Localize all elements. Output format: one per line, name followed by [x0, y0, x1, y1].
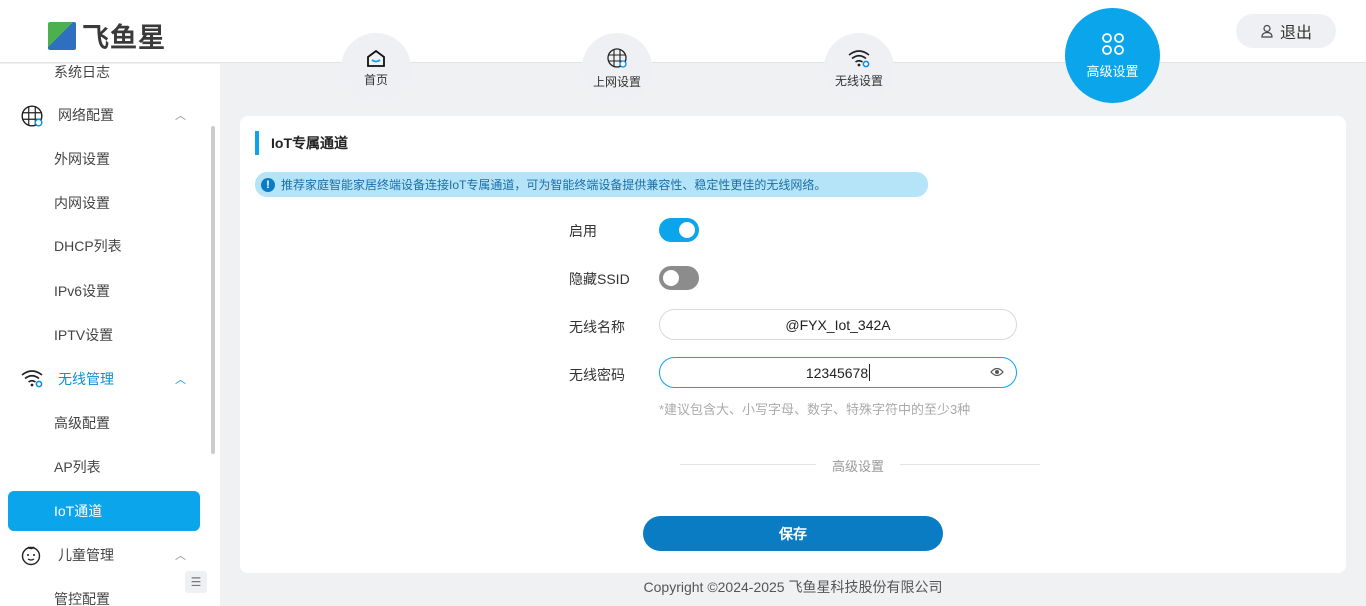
sidebar-item-dhcp[interactable]: DHCP列表	[8, 226, 200, 266]
sidebar-item-control-config[interactable]: 管控配置	[8, 579, 200, 606]
sidebar-item-label: 外网设置	[54, 151, 110, 167]
nav-advanced-label: 高级设置	[1086, 64, 1139, 79]
sidebar-item-iot-channel[interactable]: IoT通道	[8, 491, 200, 531]
nav-advanced-settings[interactable]: 高级设置	[1065, 8, 1160, 103]
sidebar-item-ap-list[interactable]: AP列表	[8, 447, 200, 487]
info-banner: ! 推荐家庭智能家居终端设备连接IoT专属通道，可为智能终端设备提供兼容性、稳定…	[255, 172, 928, 197]
advanced-settings-toggle[interactable]: 高级设置	[816, 456, 901, 475]
nav-internet-label: 上网设置	[592, 74, 641, 89]
sidebar-item-label: 内网设置	[54, 195, 110, 211]
globe-icon	[21, 105, 43, 127]
enable-toggle[interactable]	[659, 218, 699, 242]
logout-button[interactable]: 退出	[1236, 14, 1336, 48]
sidebar-item-label: IoT通道	[54, 503, 103, 519]
sidebar: 系统日志 网络配置 ︿ 外网设置 内网设置 DHCP列表 IPv6设置 IPTV…	[0, 64, 220, 606]
top-header: 飞鱼星 退出	[0, 0, 1366, 63]
hide-ssid-toggle[interactable]	[659, 266, 699, 290]
nav-internet-settings[interactable]: 上网设置	[582, 33, 652, 103]
ssid-input[interactable]: @FYX_Iot_342A	[659, 309, 1017, 340]
sidebar-item-label: IPTV设置	[54, 327, 114, 343]
brand-name: 飞鱼星	[82, 23, 166, 53]
nav-home-label: 首页	[363, 72, 388, 87]
sidebar-group-wireless[interactable]: 无线管理 ︿	[8, 359, 200, 399]
sidebar-item-label: 网络配置	[58, 107, 114, 123]
sidebar-item-label: DHCP列表	[54, 238, 122, 254]
sidebar-item-label: IPv6设置	[54, 283, 111, 299]
logo-mark-icon	[48, 21, 76, 50]
child-face-icon	[21, 546, 41, 566]
nav-wireless-label: 无线设置	[834, 73, 883, 88]
iot-channel-panel: IoT专属通道 ! 推荐家庭智能家居终端设备连接IoT专属通道，可为智能终端设备…	[240, 116, 1346, 573]
password-value: 12345678	[805, 364, 869, 381]
save-button[interactable]: 保存	[643, 516, 943, 551]
info-text: 推荐家庭智能家居终端设备连接IoT专属通道，可为智能终端设备提供兼容性、稳定性更…	[281, 178, 827, 192]
nav-wireless-settings[interactable]: 无线设置	[824, 33, 894, 103]
user-icon	[1261, 24, 1273, 38]
sidebar-item-iptv[interactable]: IPTV设置	[8, 315, 200, 355]
footer-copyright: Copyright ©2024-2025 飞鱼星科技股份有限公司	[643, 579, 943, 595]
sidebar-item-wan[interactable]: 外网设置	[8, 139, 200, 179]
sidebar-item-label: AP列表	[54, 459, 101, 475]
hide-ssid-label: 隐藏SSID	[569, 271, 630, 287]
collapse-icon: ☰	[190, 575, 202, 589]
sidebar-item-label: 管控配置	[54, 591, 110, 606]
page-title: IoT专属通道	[255, 131, 348, 155]
chevron-up-icon: ︿	[175, 550, 186, 562]
chevron-up-icon: ︿	[175, 110, 186, 122]
wifi-gear-icon	[848, 49, 870, 67]
apps-icon	[1101, 33, 1124, 55]
eye-icon[interactable]	[990, 366, 1004, 378]
sidebar-item-label: 无线管理	[58, 371, 114, 387]
sidebar-item-system-log[interactable]: 系统日志	[8, 64, 200, 92]
sidebar-item-label: 系统日志	[54, 64, 110, 80]
sidebar-item-label: 儿童管理	[58, 547, 114, 563]
sidebar-scrollbar[interactable]	[211, 126, 215, 454]
home-icon	[367, 49, 385, 67]
sidebar-item-lan[interactable]: 内网设置	[8, 183, 200, 223]
ssid-label: 无线名称	[569, 319, 625, 335]
sidebar-group-network[interactable]: 网络配置 ︿	[8, 95, 200, 135]
nav-home[interactable]: 首页	[341, 33, 411, 103]
password-hint: *建议包含大、小写字母、数字、特殊字符中的至少3种	[659, 402, 971, 417]
sidebar-item-label: 高级配置	[54, 415, 110, 431]
enable-label: 启用	[569, 223, 597, 239]
sidebar-item-ipv6[interactable]: IPv6设置	[8, 271, 200, 311]
chevron-up-icon: ︿	[175, 374, 186, 386]
globe-icon	[607, 47, 627, 68]
collapse-sidebar-button[interactable]: ☰	[185, 571, 207, 593]
brand-logo: 飞鱼星	[48, 16, 166, 55]
ssid-value: @FYX_Iot_342A	[785, 316, 891, 333]
wifi-gear-icon	[21, 370, 43, 388]
sidebar-group-child[interactable]: 儿童管理 ︿	[8, 535, 200, 575]
info-icon: !	[261, 177, 275, 192]
sidebar-item-advanced-config[interactable]: 高级配置	[8, 403, 200, 443]
password-input[interactable]: 12345678	[659, 357, 1017, 388]
password-label: 无线密码	[569, 367, 625, 383]
text-caret	[869, 364, 871, 381]
logout-label: 退出	[1279, 25, 1312, 42]
